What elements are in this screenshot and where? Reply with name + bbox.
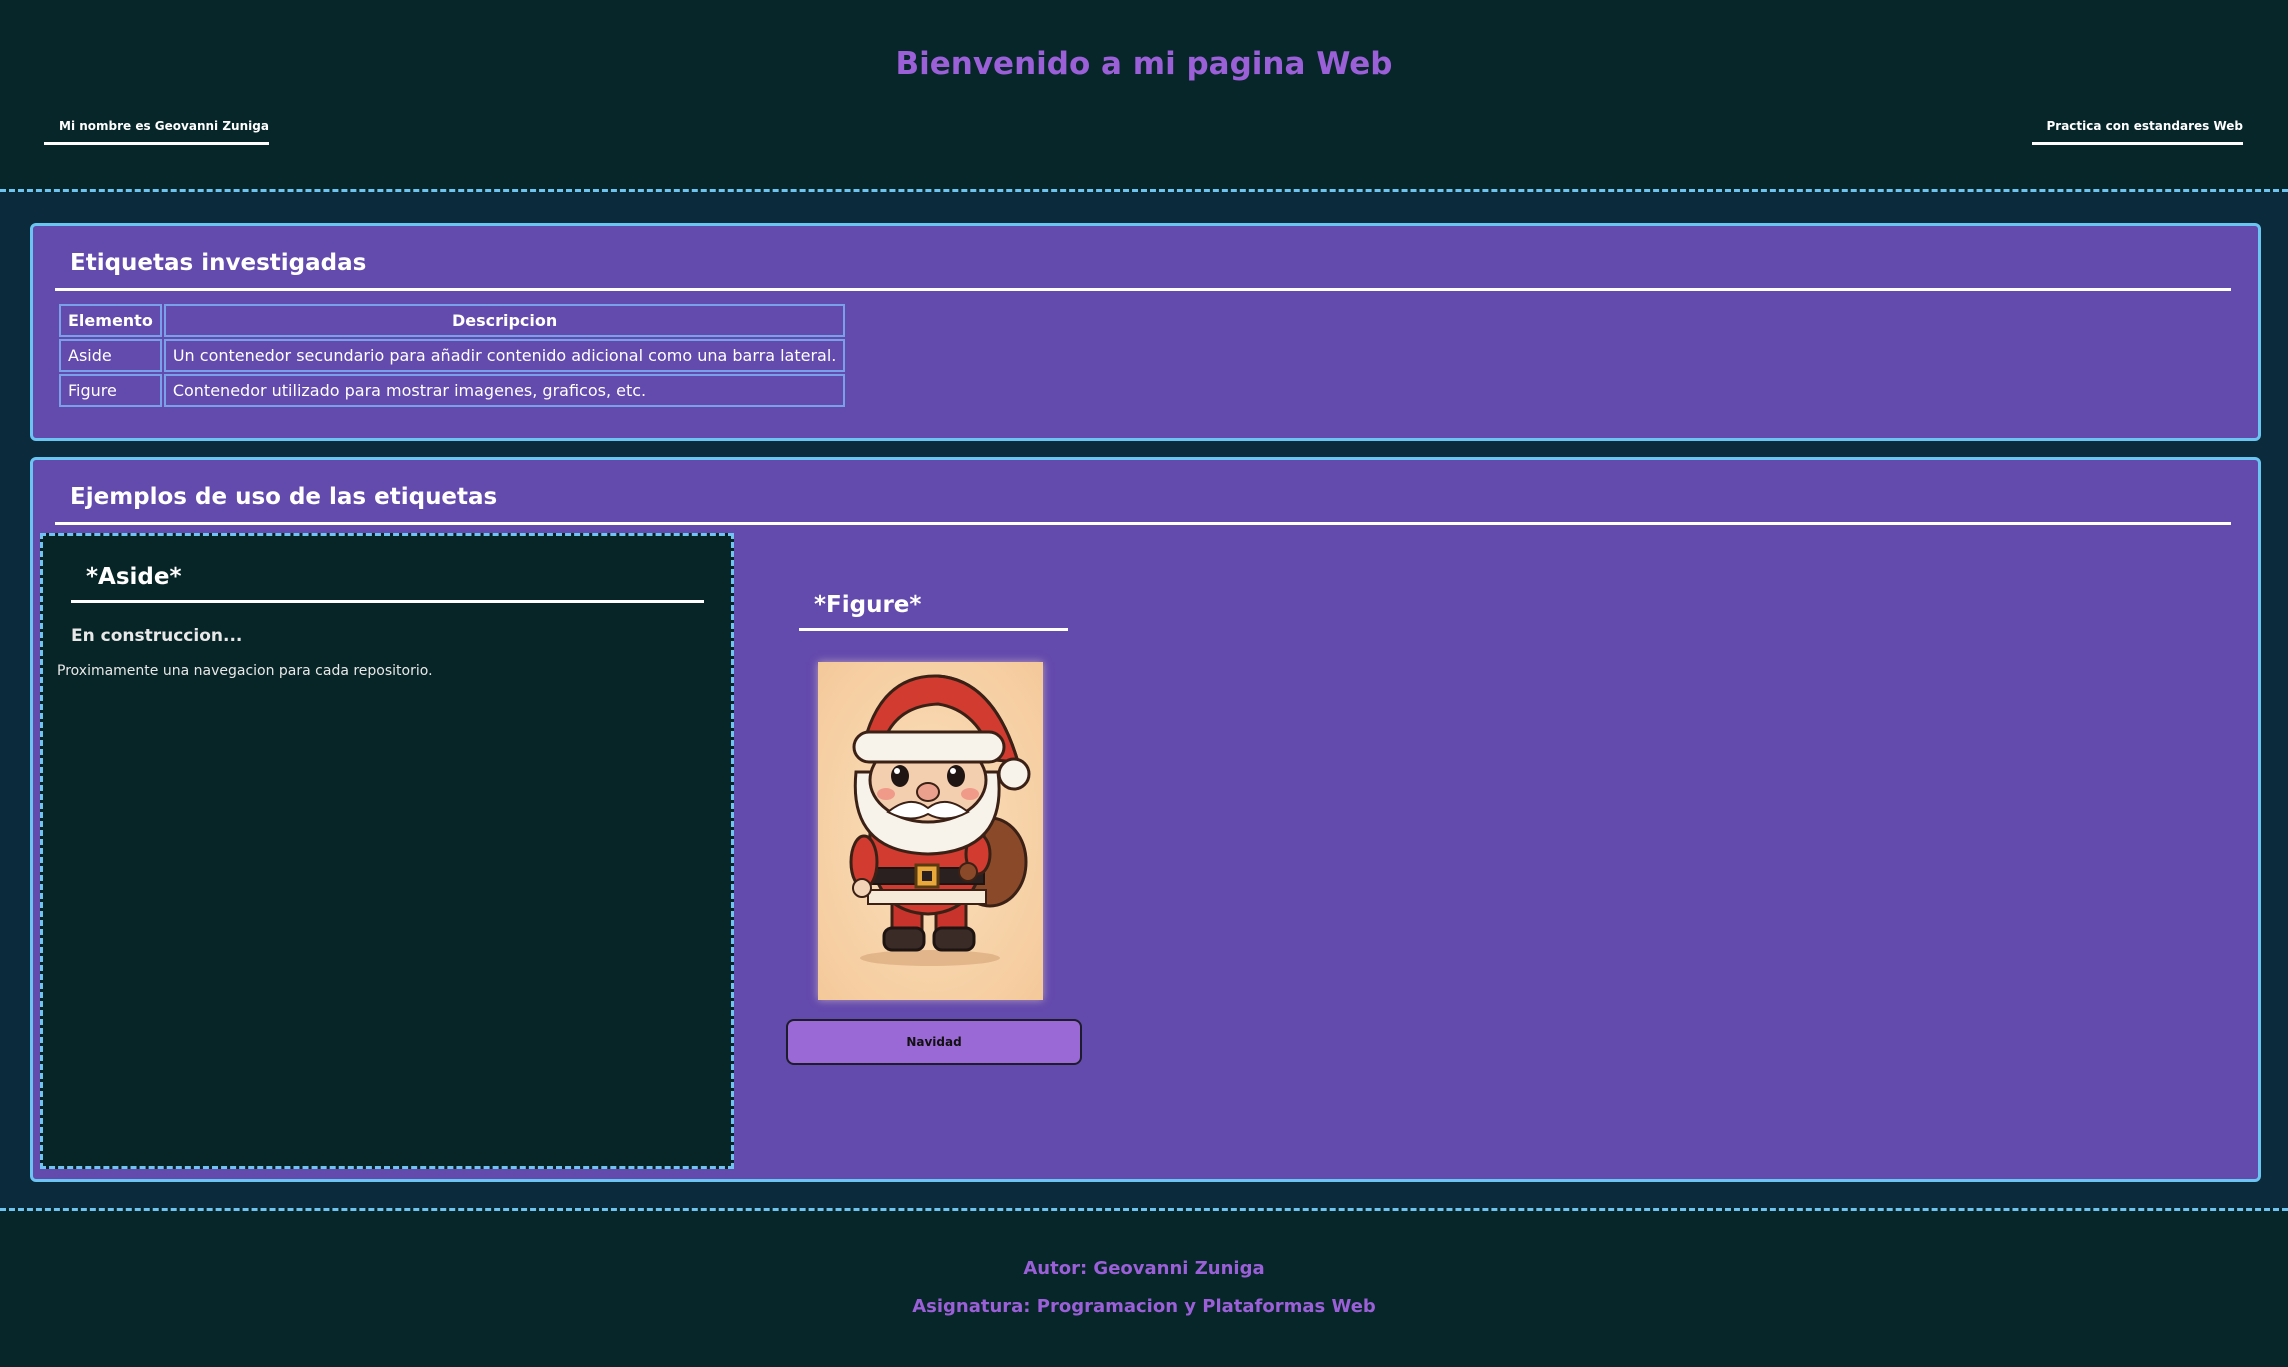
page-footer: Autor: Geovanni Zuniga Asignatura: Progr… xyxy=(0,1211,2288,1367)
table-header-row: Elemento Descripcion xyxy=(59,304,846,337)
tags-section-heading: Etiquetas investigadas xyxy=(55,250,2231,291)
table-header-descripcion: Descripcion xyxy=(163,304,846,337)
page-title: Bienvenido a mi pagina Web xyxy=(895,46,1393,82)
table-cell-elemento: Figure xyxy=(59,374,162,407)
table-cell-elemento: Aside xyxy=(59,339,162,372)
table-row: Figure Contenedor utilizado para mostrar… xyxy=(59,374,846,407)
footer-author: Autor: Geovanni Zuniga xyxy=(1023,1258,1265,1279)
aside-example: *Aside* En construccion... Proximamente … xyxy=(40,533,734,1169)
page-header: Bienvenido a mi pagina Web Mi nombre es … xyxy=(0,0,2288,192)
santa-claus-image xyxy=(818,662,1043,1000)
tags-table: Elemento Descripcion Aside Un contenedor… xyxy=(57,302,847,409)
header-divider xyxy=(0,189,2288,192)
footer-course: Asignatura: Programacion y Plataformas W… xyxy=(912,1296,1376,1317)
aside-heading: *Aside* xyxy=(71,564,704,603)
nav-link-practice[interactable]: Practica con estandares Web xyxy=(2031,119,2243,145)
santa-claus-icon xyxy=(849,674,1031,966)
table-cell-descripcion: Contenedor utilizado para mostrar imagen… xyxy=(163,374,846,407)
figure-caption: Navidad xyxy=(786,1019,1082,1065)
table-row: Aside Un contenedor secundario para añad… xyxy=(59,339,846,372)
aside-subtitle: En construccion... xyxy=(71,626,243,646)
aside-text: Proximamente una navegacion para cada re… xyxy=(57,663,433,679)
examples-section: Ejemplos de uso de las etiquetas *Aside*… xyxy=(30,457,2261,1182)
table-cell-descripcion: Un contenedor secundario para añadir con… xyxy=(163,339,846,372)
tags-section: Etiquetas investigadas Elemento Descripc… xyxy=(30,223,2261,441)
nav-link-name[interactable]: Mi nombre es Geovanni Zuniga xyxy=(44,119,269,145)
examples-section-heading: Ejemplos de uso de las etiquetas xyxy=(55,484,2231,525)
table-header-elemento: Elemento xyxy=(59,304,162,337)
figure-heading: *Figure* xyxy=(799,592,1068,631)
